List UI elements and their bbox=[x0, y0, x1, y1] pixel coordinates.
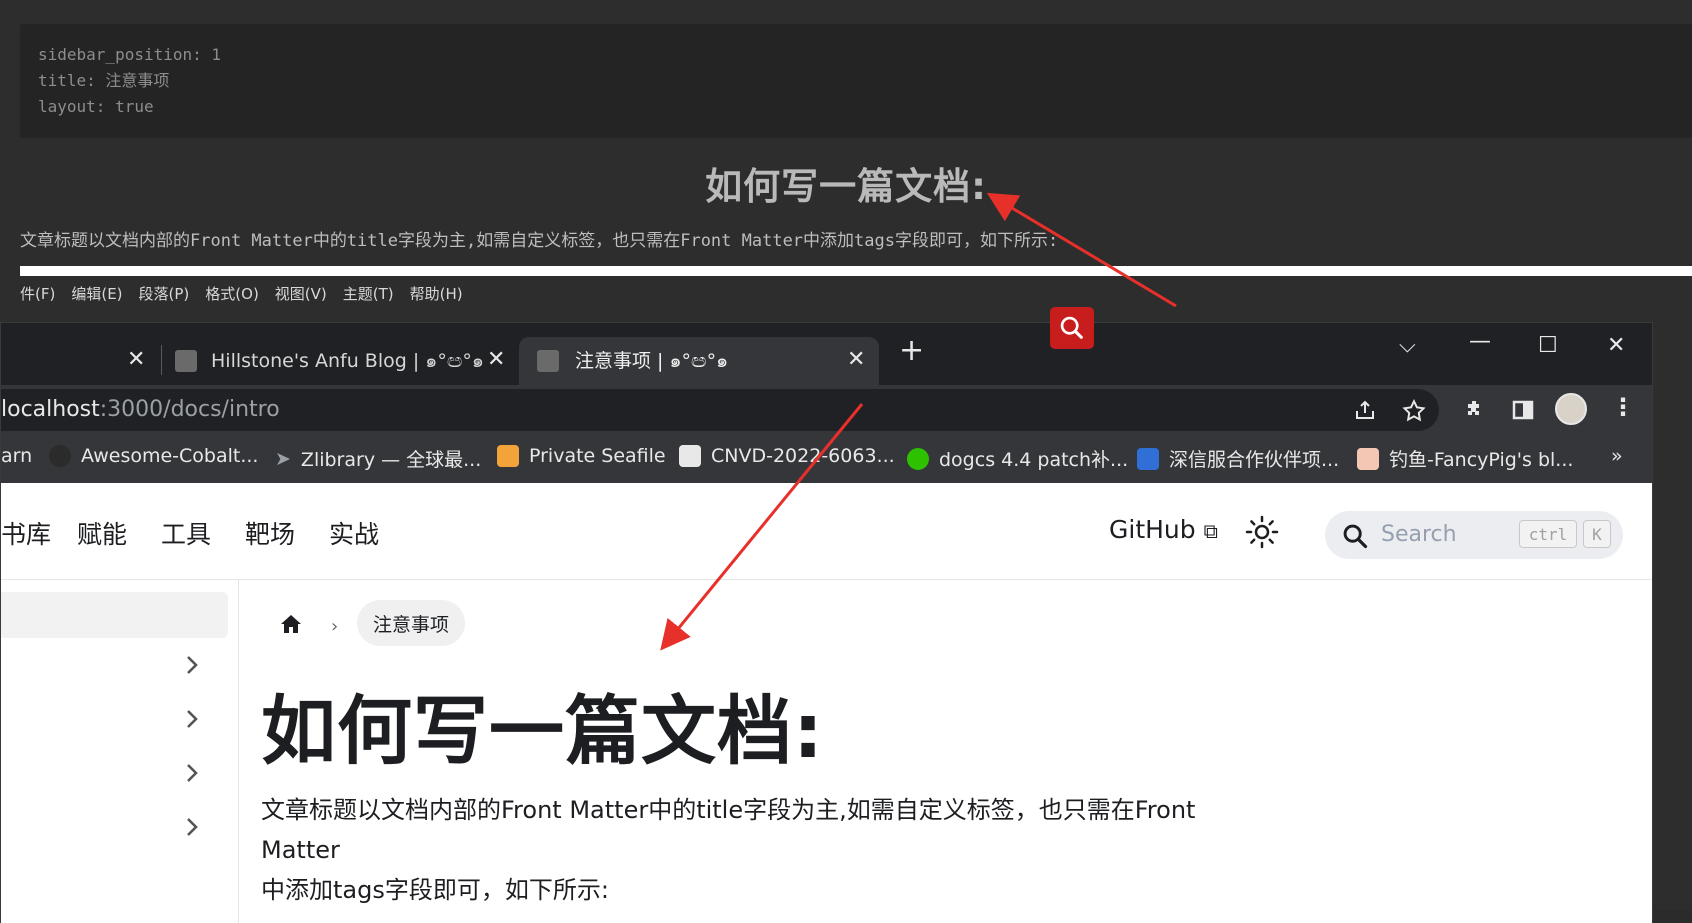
menu-edit[interactable]: 编辑(E) bbox=[71, 283, 122, 304]
sidebar-item-active[interactable] bbox=[1, 592, 228, 638]
maximize-icon[interactable]: ☐ bbox=[1538, 333, 1558, 358]
page-paragraph: 文章标题以文档内部的Front Matter中的title字段为主,如需自定义标… bbox=[261, 790, 1281, 910]
extensions-icon[interactable] bbox=[1463, 398, 1487, 422]
avatar[interactable] bbox=[1555, 393, 1587, 425]
paragraph-line: 文章标题以文档内部的Front Matter中的title字段为主,如需自定义标… bbox=[261, 796, 1196, 864]
bookmark-star-icon[interactable] bbox=[1401, 398, 1427, 424]
chevron-right-icon[interactable] bbox=[181, 654, 203, 676]
window-close-icon[interactable]: ✕ bbox=[1607, 333, 1625, 358]
bookmarks-bar: arn Awesome-Cobalt... ➤ Zlibrary — 全球最...… bbox=[1, 435, 1652, 484]
code-line: title: 注意事项 bbox=[38, 71, 170, 90]
minimize-icon[interactable]: — bbox=[1469, 329, 1491, 354]
bookmark-item[interactable]: 深信服合作伙伴项... bbox=[1137, 445, 1339, 472]
arrow-icon: ➤ bbox=[275, 447, 291, 470]
close-icon[interactable]: ✕ bbox=[847, 347, 865, 372]
address-toolbar: localhost:3000/docs/intro ⋮ bbox=[1, 385, 1652, 435]
editor-heading[interactable]: 如何写一篇文档: bbox=[0, 156, 1692, 210]
search-icon bbox=[1060, 316, 1083, 339]
kbd-ctrl: ctrl bbox=[1519, 520, 1577, 548]
page-title: 如何写一篇文档: bbox=[261, 687, 824, 775]
docs-sidebar bbox=[1, 580, 239, 923]
bookmark-item[interactable]: ➤ Zlibrary — 全球最... bbox=[275, 445, 481, 472]
menu-format[interactable]: 格式(O) bbox=[205, 283, 259, 304]
chevron-right-icon[interactable] bbox=[181, 762, 203, 784]
tab-active-docs[interactable]: 注意事项 | ๑°ඏ°๑ ✕ bbox=[519, 337, 879, 385]
menu-paragraph[interactable]: 段落(P) bbox=[139, 283, 190, 304]
floating-search-button[interactable] bbox=[1050, 307, 1094, 349]
menu-kebab-icon[interactable]: ⋮ bbox=[1611, 393, 1635, 421]
doc-search-button[interactable]: Search ctrl K bbox=[1325, 511, 1623, 559]
bookmark-item[interactable]: 钓鱼-FancyPig's bl... bbox=[1357, 445, 1573, 472]
front-matter-code-block[interactable]: sidebar_position: 1 title: 注意事项 layout: … bbox=[20, 24, 1692, 138]
bookmark-item[interactable]: arn bbox=[1, 445, 32, 467]
bookmarks-overflow-button[interactable]: » bbox=[1611, 445, 1623, 467]
bookmark-item[interactable]: dogcs 4.4 patch补... bbox=[907, 445, 1128, 472]
menu-file[interactable]: 件(F) bbox=[20, 283, 55, 304]
site-favicon-icon bbox=[175, 350, 197, 372]
bookmark-item[interactable]: CNVD-2022-6063... bbox=[679, 445, 895, 467]
code-line: sidebar_position: 1 bbox=[38, 45, 222, 64]
shield-icon bbox=[1137, 447, 1159, 470]
github-link[interactable]: GitHub ⧉ bbox=[1109, 515, 1218, 544]
bookmark-item[interactable]: Private Seafile bbox=[497, 445, 666, 467]
code-line: layout: true bbox=[38, 97, 154, 116]
menu-theme[interactable]: 主题(T) bbox=[343, 283, 394, 304]
chevron-down-icon[interactable]: ⌵ bbox=[1399, 333, 1416, 358]
nav-link-practice[interactable]: 实战 bbox=[329, 515, 379, 551]
editor-divider bbox=[20, 266, 1692, 276]
editor-paragraph[interactable]: 文章标题以文档内部的Front Matter中的title字段为主,如需自定义标… bbox=[20, 226, 1058, 251]
omnibox[interactable]: localhost:3000/docs/intro bbox=[1, 389, 1439, 431]
nav-link-tools[interactable]: 工具 bbox=[161, 515, 211, 551]
chevron-right-icon[interactable] bbox=[181, 708, 203, 730]
tab-title: 注意事项 | ๑°ඏ°๑ bbox=[575, 350, 729, 372]
seafile-icon bbox=[497, 445, 519, 467]
search-icon bbox=[1343, 524, 1368, 549]
share-icon[interactable] bbox=[1353, 399, 1377, 423]
pig-icon bbox=[1357, 447, 1379, 470]
menu-help[interactable]: 帮助(H) bbox=[410, 283, 463, 304]
breadcrumb-current[interactable]: 注意事项 bbox=[357, 600, 466, 646]
url-host: localhost bbox=[1, 397, 100, 422]
side-panel-icon[interactable] bbox=[1511, 398, 1535, 422]
nav-link-range[interactable]: 靶场 bbox=[245, 515, 295, 551]
breadcrumb-separator-icon: › bbox=[331, 616, 339, 637]
home-icon[interactable] bbox=[279, 612, 303, 636]
search-placeholder: Search bbox=[1381, 522, 1457, 547]
nav-link-empower[interactable]: 赋能 bbox=[77, 515, 127, 551]
cnvd-icon bbox=[679, 445, 701, 467]
url-text[interactable]: localhost:3000/docs/intro bbox=[1, 397, 280, 422]
close-icon[interactable]: ✕ bbox=[487, 347, 505, 372]
external-link-icon: ⧉ bbox=[1203, 519, 1218, 543]
site-navbar: 书库 赋能 工具 靶场 实战 GitHub ⧉ Search ctrl K bbox=[1, 483, 1652, 580]
kbd-k: K bbox=[1583, 520, 1611, 548]
site-favicon-icon bbox=[537, 350, 559, 372]
github-icon bbox=[49, 445, 71, 467]
tab-title: Hillstone's Anfu Blog | ๑°ඏ°๑ bbox=[211, 350, 484, 372]
nav-link-library[interactable]: 书库 bbox=[1, 515, 51, 551]
paragraph-line: 中添加tags字段即可，如下所示: bbox=[261, 876, 609, 904]
url-path: :3000/docs/intro bbox=[99, 397, 280, 422]
browser-window: ✕ Hillstone's Anfu Blog | ๑°ඏ°๑ ✕ 注意事项 |… bbox=[0, 322, 1653, 923]
menu-view[interactable]: 视图(V) bbox=[275, 283, 327, 304]
editor-menubar: 件(F) 编辑(E) 段落(P) 格式(O) 视图(V) 主题(T) 帮助(H) bbox=[20, 283, 463, 304]
close-icon[interactable]: ✕ bbox=[127, 347, 145, 372]
new-tab-button[interactable]: + bbox=[899, 333, 924, 368]
chevron-right-icon[interactable] bbox=[181, 816, 203, 838]
tab-strip: ✕ Hillstone's Anfu Blog | ๑°ඏ°๑ ✕ 注意事项 |… bbox=[1, 323, 1652, 385]
wechat-icon bbox=[907, 447, 929, 470]
theme-toggle-sun-icon[interactable] bbox=[1245, 515, 1279, 549]
bookmark-item[interactable]: Awesome-Cobalt... bbox=[49, 445, 258, 467]
tab-hillstone-blog[interactable]: Hillstone's Anfu Blog | ๑°ඏ°๑ bbox=[161, 337, 506, 385]
